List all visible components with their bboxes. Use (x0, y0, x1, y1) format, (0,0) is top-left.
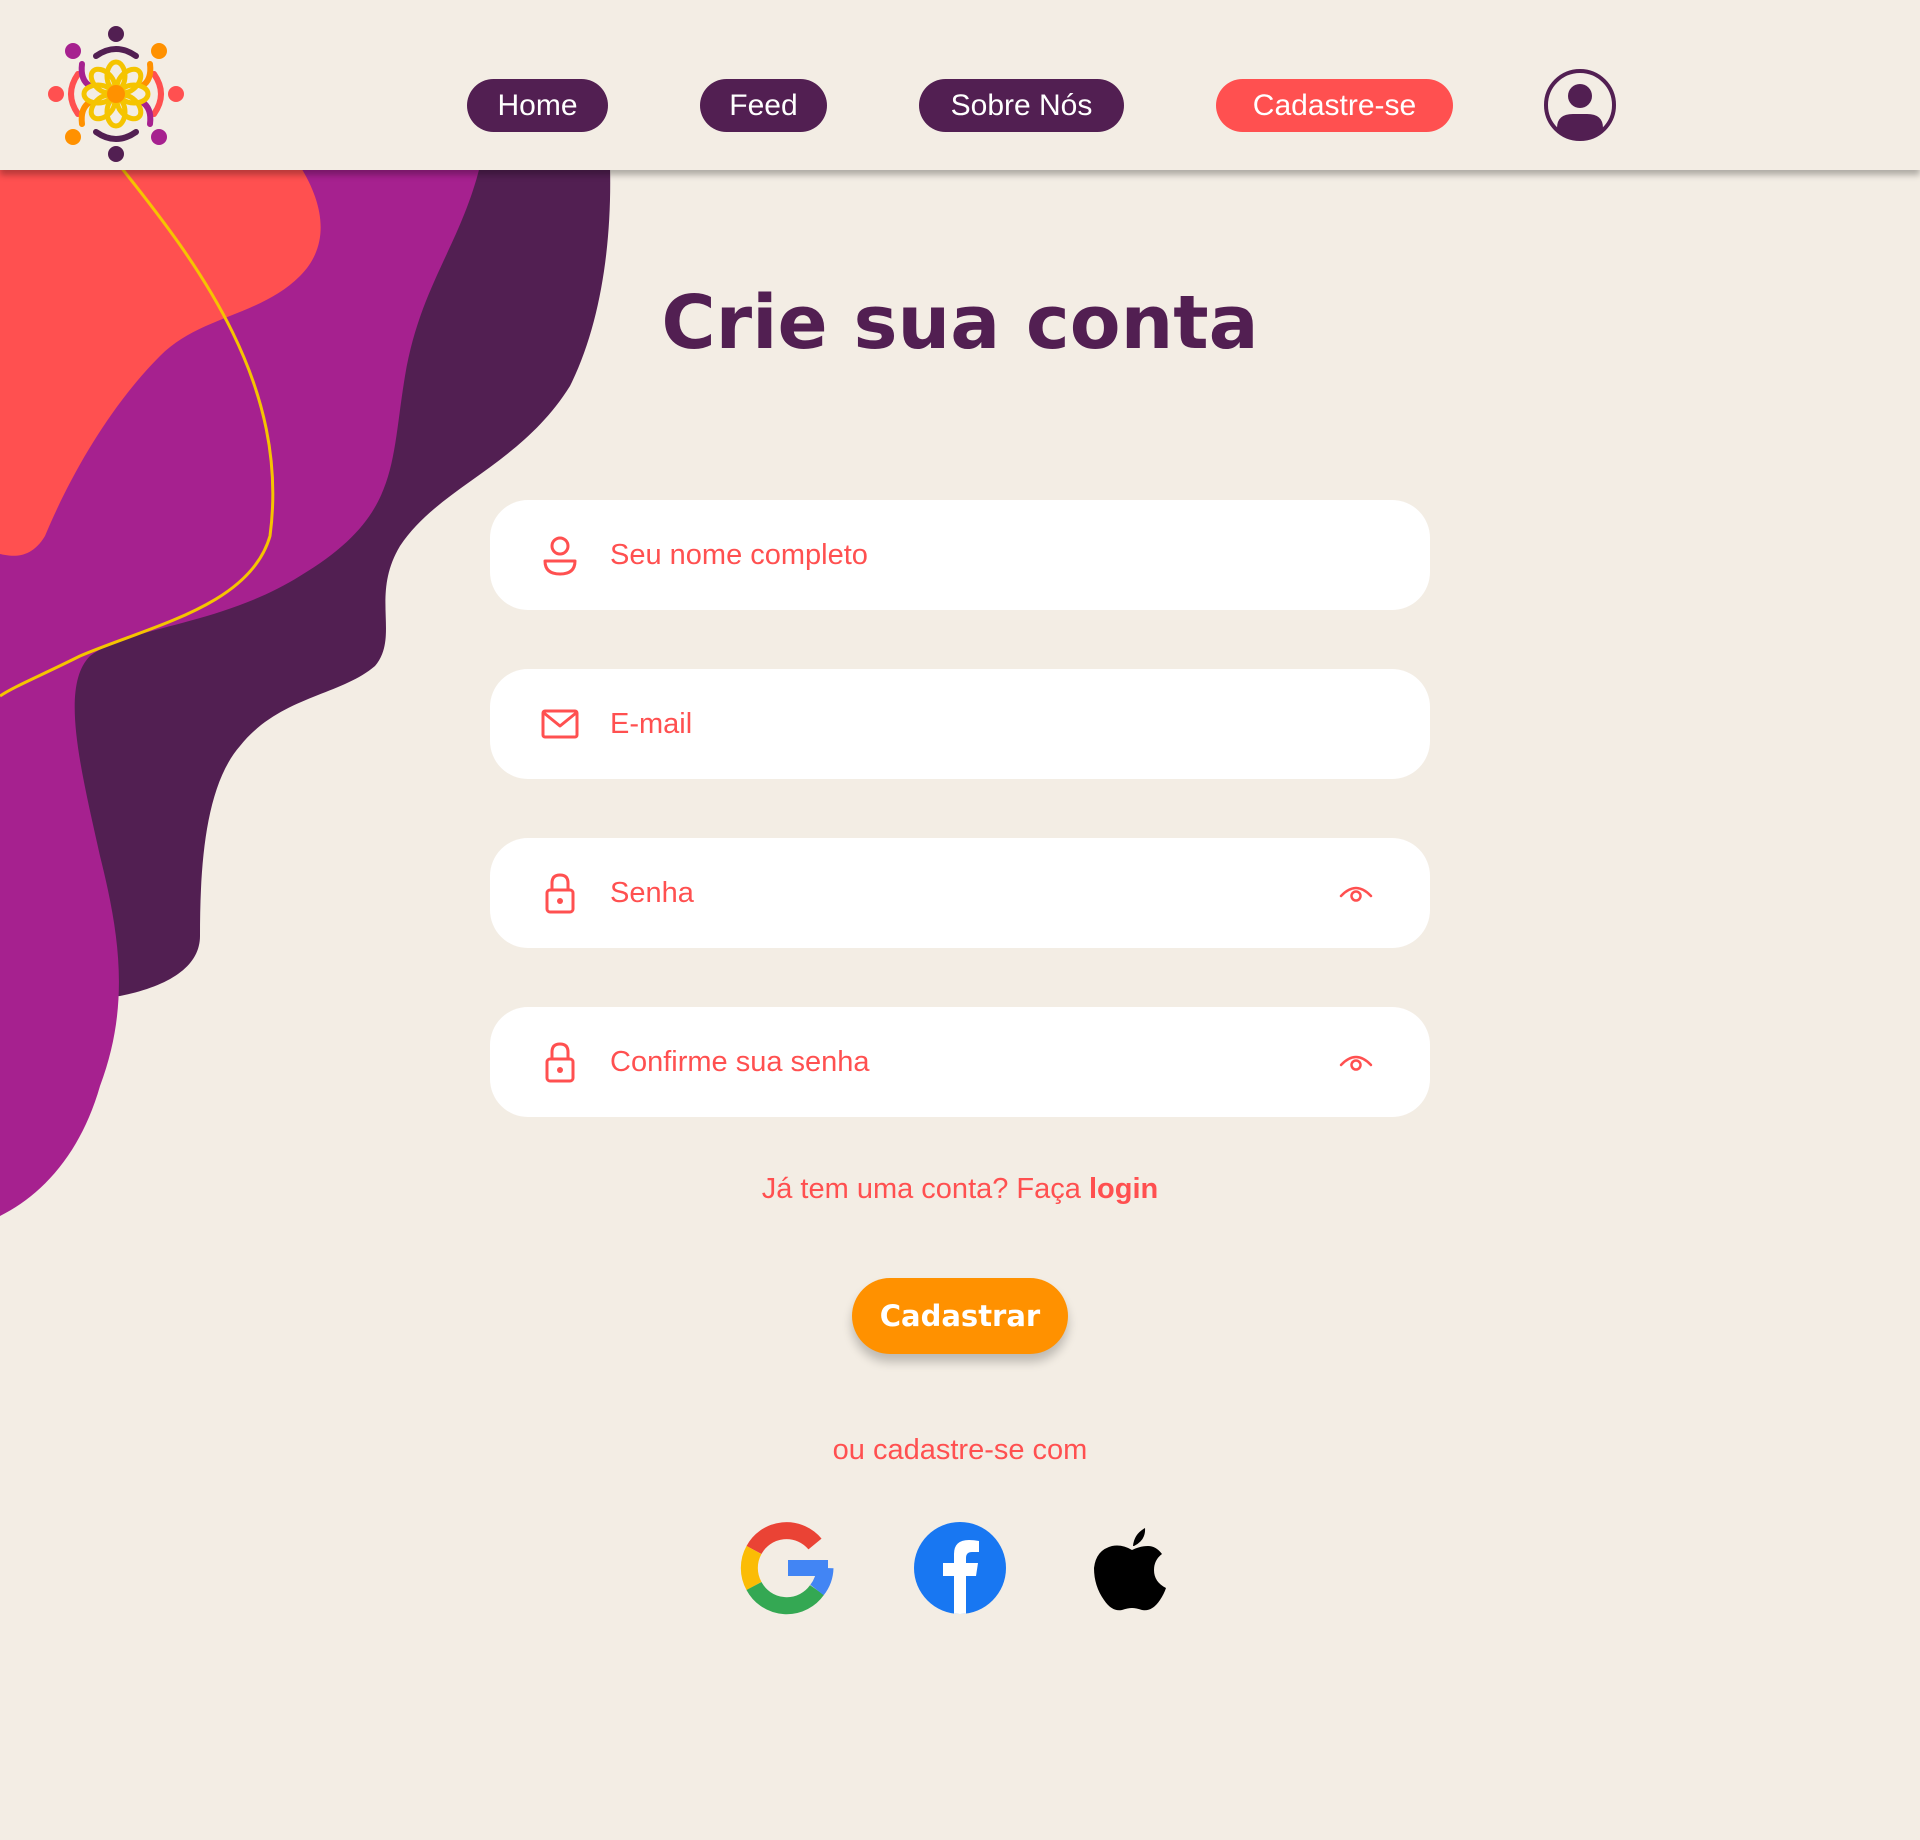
full-name-input[interactable] (610, 525, 1290, 585)
email-field[interactable] (490, 669, 1430, 779)
alt-signup-label: ou cadastre-se com (832, 1434, 1088, 1466)
full-name-field[interactable] (490, 500, 1430, 610)
nav-signup-button[interactable]: Cadastre-se (1216, 79, 1453, 132)
page-title: Crie sua conta (661, 280, 1259, 366)
nav-home-button[interactable]: Home (467, 79, 608, 132)
apple-icon[interactable] (1084, 1520, 1180, 1616)
login-prompt-text: Já tem uma conta? Faça (761, 1173, 1081, 1205)
eye-icon[interactable] (1338, 878, 1374, 908)
eye-icon[interactable] (1338, 1047, 1374, 1077)
facebook-icon[interactable] (912, 1520, 1008, 1616)
signup-submit-button[interactable]: Cadastrar (852, 1278, 1068, 1354)
nav-feed-button[interactable]: Feed (700, 79, 827, 132)
nav-about-button[interactable]: Sobre Nós (919, 79, 1124, 132)
lock-icon (545, 873, 575, 914)
community-logo[interactable] (46, 24, 186, 164)
login-prompt: Já tem uma conta? Faça login (490, 1173, 1430, 1206)
top-navbar: Home Feed Sobre Nós Cadastre-se (0, 0, 1920, 170)
login-link[interactable]: login (1089, 1173, 1158, 1205)
password-field[interactable] (490, 838, 1430, 948)
password-input[interactable] (610, 863, 1290, 923)
confirm-password-input[interactable] (610, 1032, 1290, 1092)
confirm-password-field[interactable] (490, 1007, 1430, 1117)
mail-icon (541, 709, 579, 739)
lock-icon (545, 1042, 575, 1083)
google-icon[interactable] (740, 1520, 836, 1616)
user-circle-icon[interactable] (1543, 68, 1617, 142)
user-icon (543, 536, 577, 576)
email-input[interactable] (610, 694, 1290, 754)
